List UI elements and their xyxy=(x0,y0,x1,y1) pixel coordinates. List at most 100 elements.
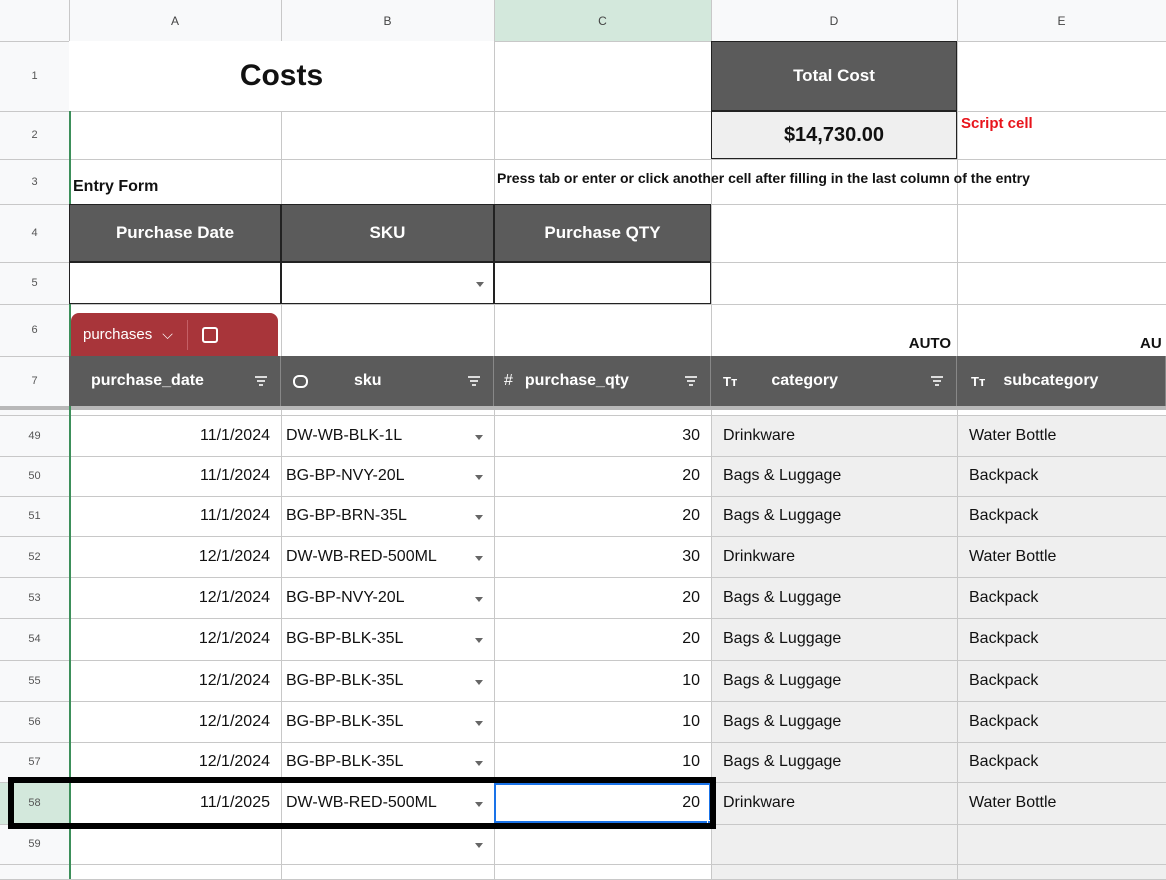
text-type-icon: Tт xyxy=(723,373,738,389)
cell-sku[interactable]: BG-BP-BLK-35L xyxy=(281,660,494,701)
cell-purchase-date[interactable]: 11/1/2024 xyxy=(69,415,281,456)
cell-category: Bags & Luggage xyxy=(723,630,842,647)
tab-divider xyxy=(186,319,188,350)
cell-purchase-date[interactable] xyxy=(69,824,281,864)
table-header-purchase-date[interactable]: purchase_date xyxy=(69,356,281,406)
column-header-c[interactable]: C xyxy=(494,0,711,41)
row-header-1[interactable]: 1 xyxy=(0,41,69,111)
row-header-2[interactable]: 2 xyxy=(0,111,69,159)
cell-subcategory: Water Bottle xyxy=(969,547,1057,565)
cell-purchase-qty[interactable]: 20 xyxy=(494,456,711,496)
total-cost-label: Total Cost xyxy=(711,41,957,111)
table-header-sku[interactable]: sku xyxy=(281,356,494,406)
cell-purchase-date[interactable]: 12/1/2024 xyxy=(69,618,281,660)
cell-purchase-date[interactable]: 12/1/2024 xyxy=(69,577,281,618)
row-gridline xyxy=(0,304,1166,305)
cell-sku[interactable]: BG-BP-NVY-20L xyxy=(281,577,494,618)
cell-subcategory xyxy=(957,824,1166,864)
filter-icon[interactable] xyxy=(468,376,480,386)
filter-icon[interactable] xyxy=(255,376,267,386)
cell-subcategory: Backpack xyxy=(969,630,1039,647)
frozen-divider xyxy=(0,406,1166,410)
sku-dropdown-arrow[interactable] xyxy=(475,435,483,440)
cell-purchase-qty[interactable]: 10 xyxy=(494,742,711,782)
header-label: purchase_qty xyxy=(524,372,629,389)
text-type-icon: Tт xyxy=(971,373,986,389)
row-58-highlight-outline xyxy=(8,777,716,829)
cell-purchase-qty[interactable]: 30 xyxy=(494,536,711,577)
cell-purchase-qty[interactable]: 10 xyxy=(494,701,711,742)
chevron-down-icon[interactable]: ⌵ xyxy=(162,326,173,343)
dropdown-chip-icon xyxy=(293,374,308,388)
cell-purchase-date[interactable]: 12/1/2024 xyxy=(69,660,281,701)
sku-dropdown-arrow[interactable] xyxy=(475,761,483,766)
cell-category: Drinkware xyxy=(723,547,796,565)
cell-purchase-date[interactable]: 11/1/2024 xyxy=(69,496,281,536)
cell-category: Bags & Luggage xyxy=(723,467,842,484)
cell-sku[interactable]: BG-BP-BLK-35L xyxy=(281,742,494,782)
auto-label-e: AU xyxy=(1140,334,1162,352)
cell-category xyxy=(711,824,957,864)
costs-title: Costs xyxy=(69,41,494,111)
row-header-3[interactable]: 3 xyxy=(0,159,69,204)
cell-purchase-qty[interactable]: 20 xyxy=(494,496,711,536)
row-header-6[interactable]: 6 xyxy=(0,304,69,356)
cell-subcategory: Water Bottle xyxy=(969,794,1057,811)
cell-category: Bags & Luggage xyxy=(723,753,842,770)
table-calculator-icon[interactable] xyxy=(201,326,218,343)
cell-sku[interactable]: BG-BP-BRN-35L xyxy=(281,496,494,536)
cell-category: Bags & Luggage xyxy=(723,671,842,689)
entry-input-purchase-qty[interactable] xyxy=(494,262,711,304)
column-header-d[interactable]: D xyxy=(711,0,957,41)
cell-purchase-qty[interactable]: 30 xyxy=(494,415,711,456)
cell-sku[interactable]: DW-WB-BLK-1L xyxy=(281,415,494,456)
sku-dropdown-arrow[interactable] xyxy=(475,597,483,602)
cell-sku[interactable] xyxy=(281,824,494,864)
filter-icon[interactable] xyxy=(685,376,697,386)
cell-category: Drinkware xyxy=(723,794,796,811)
sku-dropdown-arrow[interactable] xyxy=(475,556,483,561)
sku-dropdown-arrow[interactable] xyxy=(475,638,483,643)
cell-subcategory: Water Bottle xyxy=(969,426,1057,444)
cell-subcategory: Backpack xyxy=(969,507,1039,524)
cell-sku[interactable]: BG-BP-BLK-35L xyxy=(281,701,494,742)
entry-input-purchase-date[interactable] xyxy=(69,262,281,304)
cell-purchase-date[interactable]: 12/1/2024 xyxy=(69,742,281,782)
number-type-icon: # xyxy=(504,372,513,389)
table-tab-name: purchases xyxy=(83,326,153,343)
entry-input-sku[interactable] xyxy=(281,262,494,304)
cell-purchase-date[interactable]: 12/1/2024 xyxy=(69,536,281,577)
entry-form-title: Entry Form xyxy=(73,178,159,195)
sku-dropdown-arrow[interactable] xyxy=(475,721,483,726)
table-tab-purchases[interactable]: purchases ⌵ xyxy=(71,313,278,356)
cell-purchase-qty[interactable] xyxy=(494,824,711,864)
table-header-category[interactable]: Tт category xyxy=(711,356,957,406)
column-header-e[interactable]: E xyxy=(957,0,1166,41)
cell-purchase-date[interactable]: 11/1/2024 xyxy=(69,456,281,496)
entry-sku-dropdown-arrow[interactable] xyxy=(476,282,484,287)
cell-sku[interactable]: BG-BP-NVY-20L xyxy=(281,456,494,496)
sku-dropdown-arrow[interactable] xyxy=(475,515,483,520)
cell-sku[interactable]: BG-BP-BLK-35L xyxy=(281,618,494,660)
row-header-5[interactable]: 5 xyxy=(0,262,69,304)
column-header-a[interactable]: A xyxy=(69,0,281,41)
column-header-b[interactable]: B xyxy=(281,0,494,41)
header-label: subcategory xyxy=(1003,372,1099,389)
filter-icon[interactable] xyxy=(931,376,943,386)
sku-dropdown-arrow[interactable] xyxy=(475,475,483,480)
entry-header-purchase-date: Purchase Date xyxy=(69,204,281,262)
row-header-7[interactable]: 7 xyxy=(0,356,69,406)
table-header-subcategory[interactable]: Tт subcategory xyxy=(957,356,1166,406)
cell-purchase-qty[interactable]: 20 xyxy=(494,618,711,660)
cell-subcategory: Backpack xyxy=(969,753,1039,770)
table-header-purchase-qty[interactable]: # purchase_qty xyxy=(494,356,711,406)
cell-sku[interactable]: DW-WB-RED-500ML xyxy=(281,536,494,577)
row-header-4[interactable]: 4 xyxy=(0,204,69,262)
sku-dropdown-arrow[interactable] xyxy=(475,843,483,848)
total-cost-value: $14,730.00 xyxy=(711,111,957,159)
cell-purchase-qty[interactable]: 10 xyxy=(494,660,711,701)
cell-purchase-qty[interactable]: 20 xyxy=(494,577,711,618)
sku-dropdown-arrow[interactable] xyxy=(475,680,483,685)
row-gridline xyxy=(0,864,1166,865)
cell-purchase-date[interactable]: 12/1/2024 xyxy=(69,701,281,742)
